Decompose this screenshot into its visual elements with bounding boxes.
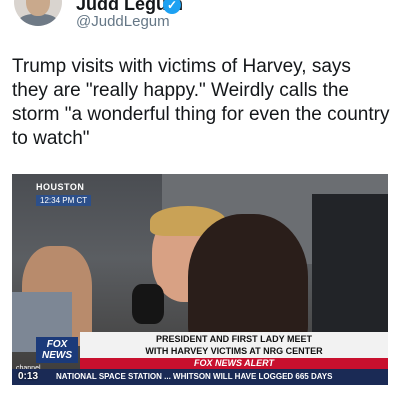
headline-line-2: WITH HARVEY VICTIMS AT NRG CENTER (145, 346, 323, 356)
microphone (132, 284, 164, 324)
station-time: 12:34 PM CT (36, 195, 92, 206)
fox-news-logo: FOX NEWS (36, 337, 78, 363)
tweet-text: Trump visits with victims of Harvey, say… (12, 56, 390, 149)
headline-lower-third: PRESIDENT AND FIRST LADY MEET WITH HARVE… (80, 332, 388, 359)
author-handle[interactable]: @JuddLegum (76, 13, 170, 30)
logo-line-2: NEWS (42, 350, 72, 361)
avatar[interactable] (14, 0, 62, 26)
station-label: HOUSTON (36, 182, 85, 192)
headline-line-1: PRESIDENT AND FIRST LADY MEET (155, 334, 312, 344)
camera-operator (312, 194, 388, 334)
news-ticker: NATIONAL SPACE STATION ... WHITSON WILL … (12, 369, 388, 385)
news-alert-bar: FOX NEWS ALERT (80, 358, 388, 369)
logo-line-1: FOX (46, 339, 68, 350)
video-timestamp: 0:13 (18, 371, 39, 382)
video-player[interactable]: HOUSTON 12:34 PM CT FOX NEWS channel PRE… (12, 174, 388, 385)
